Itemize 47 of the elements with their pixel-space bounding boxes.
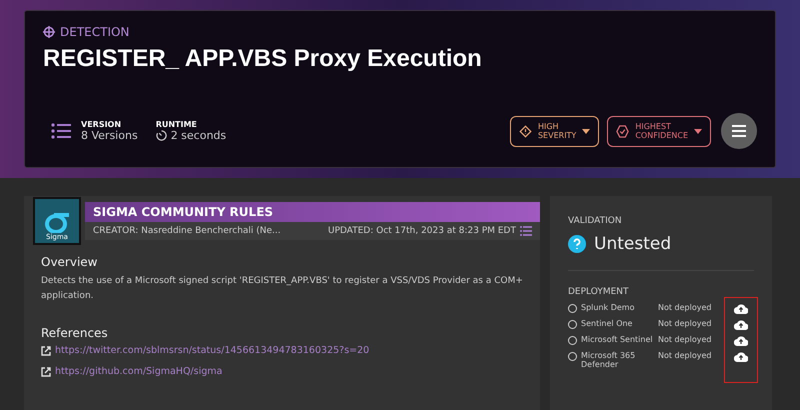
deploy-status: Not deployed [658,303,712,314]
deploy-status: Not deployed [658,351,712,362]
menu-icon [732,125,746,137]
deploy-status: Not deployed [658,319,712,330]
reference-link[interactable]: https://github.com/SigmaHQ/sigma [41,366,523,377]
radio-button[interactable] [568,352,577,361]
target-name: Microsoft 365 Defender [581,351,636,369]
target-name: Microsoft Sentinel [581,335,653,344]
warning-icon [518,124,532,138]
references-heading: References [41,326,109,340]
crosshair-icon [43,26,55,38]
upload-button[interactable] [734,303,748,314]
deploy-status: Not deployed [658,335,712,346]
timer-icon [156,130,167,141]
target-name: Splunk Demo [581,303,634,312]
updated-text: UPDATED: Oct 17th, 2023 at 8:23 PM EDT [328,226,516,236]
meta-value: 8 Versions [81,129,138,142]
caret-icon [694,128,702,134]
menu-button[interactable] [721,113,757,149]
meta-value: 2 seconds [170,129,226,142]
overview-text: Detects the use of a Microsoft signed script 'REGISTER_APP.VBS' to register a VSS/VDS Provider as a COM+ application. [41,275,523,303]
overview-heading: Overview [41,255,98,269]
help-icon [568,235,586,253]
target-name: Sentinel One [581,319,632,328]
severity-dropdown[interactable]: HIGH SEVERITY [510,116,600,146]
meta-label: RUNTIME [156,120,198,129]
confidence-dropdown[interactable]: HIGHEST CONFIDENCE [607,116,711,146]
meta-label: VERSION [81,120,122,129]
upload-button[interactable] [734,319,748,330]
list-icon[interactable] [520,226,532,236]
detection-title: REGISTER_ APP.VBS Proxy Execution [43,45,483,73]
reference-link[interactable]: https://twitter.com/sblmsrsn/status/1456613494783160325?s=20 [41,345,523,356]
radio-button[interactable] [568,304,577,313]
radio-button[interactable] [568,320,577,329]
upload-button[interactable] [734,335,748,346]
check-badge-icon [616,124,630,138]
validation-status: Untested [594,234,672,254]
external-link-icon [41,346,51,356]
validation-heading: VALIDATION [568,216,623,226]
radio-button[interactable] [568,336,577,345]
category-label: DETECTION [60,25,130,39]
list-icon [51,123,71,139]
source-name: SIGMA COMMUNITY RULES [85,202,540,222]
creator-text: CREATOR: Nasreddine Bencherchali (Ne... [93,226,281,236]
deployment-heading: DEPLOYMENT [568,287,630,297]
external-link-icon [41,366,51,376]
caret-icon [582,128,590,134]
